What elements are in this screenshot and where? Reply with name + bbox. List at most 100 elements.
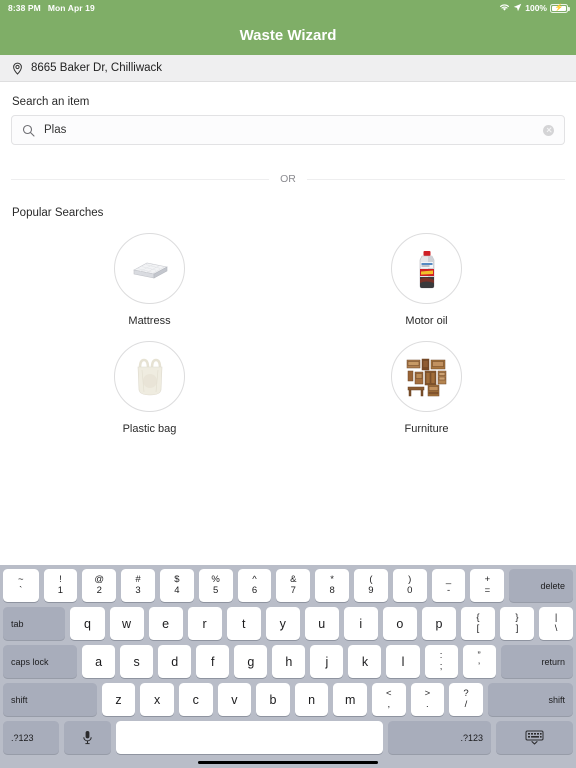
key-k[interactable]: k [348, 645, 382, 678]
keyboard-row-bottom: .?123 .?123 [3, 721, 573, 754]
key-comma[interactable]: <, [371, 683, 406, 716]
key-delete[interactable]: delete [509, 569, 574, 602]
popular-item-motor-oil[interactable]: Motor oil [288, 233, 565, 327]
key-bottom-label: - [446, 585, 451, 596]
key-r[interactable]: r [187, 607, 222, 640]
key-numbers-left[interactable]: .?123 [3, 721, 59, 754]
key-quote[interactable]: ”’ [462, 645, 496, 678]
key-numbers-right[interactable]: .?123 [388, 721, 492, 754]
popular-item-mattress[interactable]: Mattress [11, 233, 288, 327]
key-top-label: | [554, 612, 558, 624]
search-input-value: Plas [44, 124, 67, 136]
key-tab[interactable]: tab [3, 607, 66, 640]
map-pin-icon [11, 62, 24, 75]
key-8[interactable]: * 8 [315, 569, 349, 602]
key-top-label: ) [408, 574, 412, 586]
key-5[interactable]: % 5 [198, 569, 233, 602]
key-v[interactable]: v [217, 683, 252, 716]
key-z[interactable]: z [101, 683, 136, 716]
key-6[interactable]: ^ 6 [237, 569, 272, 602]
key-3[interactable]: #3 [121, 569, 155, 602]
key-bottom-label: 3 [135, 585, 141, 596]
key-hide-keyboard[interactable] [496, 721, 573, 754]
key-top-label: ( [369, 574, 373, 586]
key-top-label: : [439, 650, 443, 662]
key-o[interactable]: o [382, 607, 417, 640]
plastic-bag-icon [137, 358, 162, 395]
key-bottom-label: 0 [407, 585, 413, 596]
popular-item-circle [391, 233, 462, 304]
key-9[interactable]: (9 [354, 569, 388, 602]
key-bottom-label: [ [476, 623, 480, 634]
key-bracket-right[interactable]: }] [499, 607, 535, 640]
key-i[interactable]: i [343, 607, 378, 640]
hide-keyboard-icon [525, 730, 544, 745]
key-h[interactable]: h [272, 645, 306, 678]
key-return[interactable]: return [500, 645, 574, 678]
key-u[interactable]: u [304, 607, 339, 640]
key-q[interactable]: q [70, 607, 105, 640]
divider-rule-right [306, 178, 565, 180]
key-period[interactable]: >. [410, 683, 445, 716]
key-bottom-label: ` [19, 585, 23, 596]
key-f[interactable]: f [196, 645, 230, 678]
popular-item-plastic-bag[interactable]: Plastic bag [11, 341, 288, 435]
key-top-label: # [135, 574, 141, 586]
key-top-label: { [476, 612, 480, 624]
key-b[interactable]: b [256, 683, 290, 716]
key-0[interactable]: ) 0 [392, 569, 427, 602]
status-bar-left: 8:38 PM Mon Apr 19 [8, 3, 95, 13]
key-a[interactable]: a [82, 645, 116, 678]
key-bottom-label: = [484, 585, 491, 596]
battery-charging-icon: ⚡ [550, 3, 570, 13]
key-4[interactable]: $4 [159, 569, 194, 602]
key-d[interactable]: d [158, 645, 192, 678]
key-semicolon[interactable]: :; [424, 645, 458, 678]
key-2[interactable]: @2 [82, 569, 117, 602]
key-top-label: _ [445, 574, 452, 586]
key-space[interactable] [116, 721, 384, 754]
key-p[interactable]: p [421, 607, 456, 640]
key-shift-left[interactable]: shift [3, 683, 97, 716]
key-top-label: ” [477, 650, 481, 662]
popular-item-circle [114, 341, 185, 412]
wifi-icon [499, 3, 510, 14]
key-bracket-left[interactable]: {[ [460, 607, 495, 640]
key-e[interactable]: e [148, 607, 183, 640]
key-x[interactable]: x [140, 683, 174, 716]
key-c[interactable]: c [178, 683, 213, 716]
or-divider: OR [11, 173, 565, 185]
key-equals[interactable]: + = [470, 569, 505, 602]
key-s[interactable]: s [120, 645, 154, 678]
key-w[interactable]: w [109, 607, 144, 640]
key-7[interactable]: & 7 [276, 569, 311, 602]
address-bar[interactable]: 8665 Baker Dr, Chilliwack [0, 55, 576, 82]
status-time: 8:38 PM [8, 3, 41, 13]
search-input[interactable]: Plas [11, 115, 565, 145]
key-1[interactable]: ! 1 [43, 569, 78, 602]
clear-icon[interactable] [543, 124, 554, 136]
key-slash[interactable]: ? / [449, 683, 483, 716]
key-l[interactable]: l [386, 645, 420, 678]
popular-item-furniture[interactable]: Furniture [288, 341, 565, 435]
search-icon [22, 124, 35, 137]
key-y[interactable]: y [265, 607, 300, 640]
key-n[interactable]: n [294, 683, 329, 716]
key-backslash[interactable]: | \ [539, 607, 574, 640]
key-j[interactable]: j [310, 645, 344, 678]
key-backtick[interactable]: ~ ` [3, 569, 39, 602]
key-shift-right[interactable]: shift [487, 683, 574, 716]
key-bottom-label: 9 [368, 585, 374, 596]
key-caps-lock[interactable]: caps lock [3, 645, 78, 678]
key-minus[interactable]: _ - [431, 569, 466, 602]
key-top-label: ? [463, 688, 469, 700]
key-m[interactable]: m [333, 683, 367, 716]
key-dictation[interactable] [63, 721, 112, 754]
main-content: Search an item Plas OR Popular Searches [0, 82, 576, 435]
key-bottom-label: \ [554, 623, 558, 634]
furniture-collage-icon [406, 358, 446, 396]
key-bottom-label: 7 [290, 585, 296, 596]
key-t[interactable]: t [226, 607, 261, 640]
key-g[interactable]: g [234, 645, 268, 678]
key-top-label: ~ [17, 574, 24, 586]
